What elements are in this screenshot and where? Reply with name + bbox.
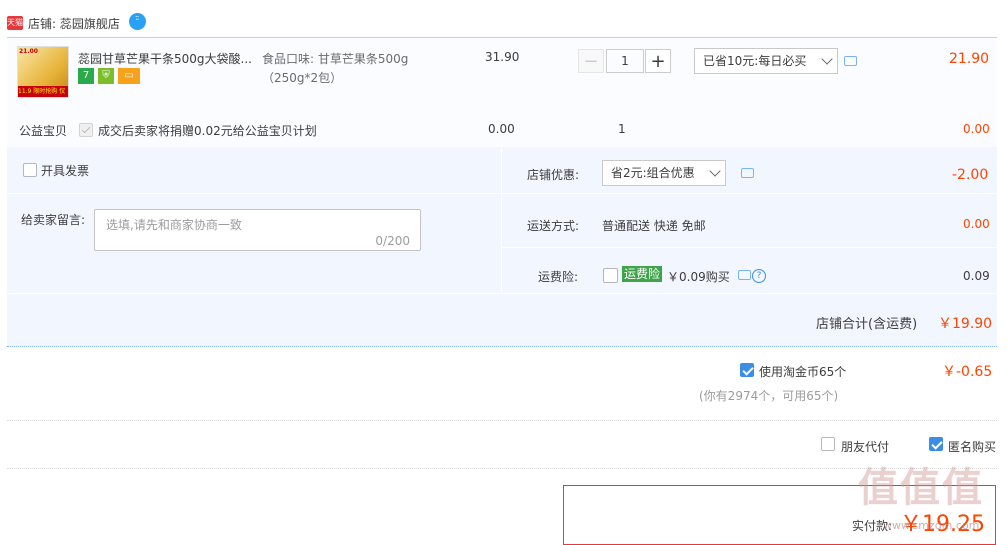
watermark-logo: 值值值 [858, 465, 984, 511]
friend-pay-checkbox[interactable] [821, 437, 835, 451]
chevron-down-icon [821, 53, 833, 65]
shop-discount-comment-icon[interactable] [741, 168, 754, 178]
quantity-decrease-button[interactable]: − [578, 49, 604, 73]
panel-divider [7, 293, 997, 294]
quantity-increase-button[interactable]: + [645, 49, 671, 73]
product-attribute: 食品口味: 甘草芒果条500g（250g*2包） [262, 52, 409, 85]
item-discount-value: 已省10元:每日必买 [703, 54, 807, 68]
coins-checkbox[interactable] [740, 363, 754, 377]
tmall-badge: 天猫 [7, 16, 23, 30]
shipping-label: 运送方式: [527, 219, 580, 233]
card-icon: ▭ [118, 68, 140, 84]
shop-discount-label: 店铺优惠: [527, 168, 580, 182]
guarantee-icon: ⛨ [98, 68, 114, 84]
item-discount-select[interactable]: 已省10元:每日必买 [694, 48, 838, 74]
insurance-checkbox[interactable] [603, 268, 618, 283]
insurance-price: ￥0.09购买 [667, 270, 730, 284]
shop-total-amount: ￥19.90 [938, 316, 993, 332]
charity-label: 公益宝贝 [19, 124, 68, 138]
shop-discount-select[interactable]: 省2元:组合优惠 [602, 160, 726, 186]
help-icon[interactable]: ? [752, 269, 766, 283]
anonymous-label[interactable]: 匿名购买 [948, 438, 996, 455]
chevron-down-icon [709, 165, 721, 177]
product-title-link[interactable]: 蕊园甘草芒果干条500g大袋酸... [78, 50, 258, 67]
insurance-comment-icon[interactable] [738, 270, 751, 280]
invoice-checkbox[interactable] [23, 163, 37, 177]
anonymous-checkbox[interactable] [929, 437, 943, 451]
quantity-input[interactable]: 1 [606, 49, 644, 73]
charity-quantity: 1 [618, 122, 626, 136]
watermark-url: www.smzdm.com [883, 519, 980, 532]
charity-checkbox [79, 123, 93, 137]
shipping-amount: 0.00 [963, 217, 990, 231]
message-counter: 0/200 [375, 234, 410, 248]
wangwang-chat-icon[interactable]: ᵕ̈ [129, 13, 146, 30]
insurance-amount: 0.09 [963, 269, 990, 283]
message-placeholder: 选填,请先和商家协商一致 [106, 218, 242, 232]
coins-amount: ￥-0.65 [942, 364, 993, 380]
panel-divider [502, 247, 997, 248]
product-thumbnail[interactable]: 21.00 11.9 限时抢购 仅此一天 [17, 46, 69, 98]
unit-price: 31.90 [485, 50, 520, 64]
message-label: 给卖家留言: [21, 213, 86, 227]
thumb-promo-label: 11.9 限时抢购 仅此一天 [18, 86, 68, 97]
item-subtotal: 21.90 [949, 51, 990, 67]
charity-text: 成交后卖家将捐赠0.02元给公益宝贝计划 [98, 124, 317, 138]
coins-label[interactable]: 使用淘金币65个 [759, 363, 846, 380]
insurance-badge: 运费险 [622, 266, 663, 282]
seller-message-input[interactable]: 选填,请先和商家协商一致 0/200 [94, 209, 421, 251]
panel-divider [502, 193, 997, 194]
friend-pay-label[interactable]: 朋友代付 [841, 438, 889, 455]
insurance-label: 运费险: [538, 270, 579, 284]
shop-discount-amount: -2.00 [952, 167, 989, 183]
thumb-price-label: 21.00 [19, 48, 38, 55]
charity-price: 0.00 [488, 122, 515, 136]
shipping-value: 普通配送 快递 免邮 [602, 219, 706, 233]
divider [7, 468, 997, 470]
panel-divider [501, 147, 502, 293]
divider [7, 420, 997, 422]
discount-comment-icon[interactable] [844, 56, 857, 66]
shop-discount-value: 省2元:组合优惠 [611, 166, 695, 180]
invoice-label[interactable]: 开具发票 [41, 162, 89, 179]
shop-total-label: 店铺合计(含运费) [816, 317, 918, 332]
shop-name-link[interactable]: 店铺: 蕊园旗舰店 [28, 15, 120, 32]
panel-divider [7, 193, 501, 194]
coins-note: (你有2974个，可用65个) [699, 389, 839, 403]
charity-subtotal: 0.00 [963, 122, 990, 136]
seven-day-icon: 7 [78, 68, 94, 84]
